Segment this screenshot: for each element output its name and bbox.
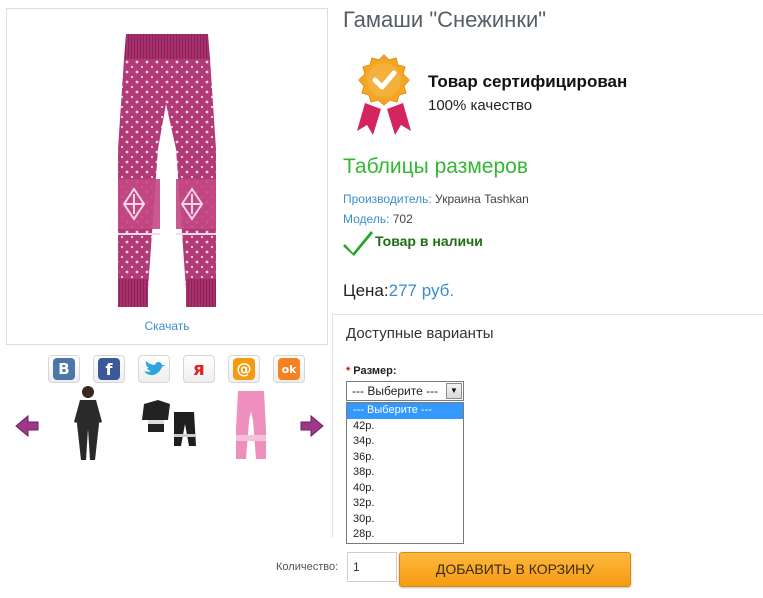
model-label: Модель: (343, 212, 390, 226)
size-option[interactable]: 42р. (347, 419, 463, 435)
share-odnoklassniki-button[interactable]: ok (273, 355, 305, 383)
thumbnail-1[interactable] (66, 384, 110, 462)
thumbnail-3[interactable] (234, 389, 268, 461)
thumbnail-prev-arrow-icon[interactable] (14, 414, 40, 438)
size-table-link[interactable]: Таблицы размеров (343, 155, 528, 179)
variants-title: Доступные варианты (346, 325, 494, 342)
mailru-icon: @ (233, 358, 255, 380)
share-facebook-button[interactable]: f (93, 355, 125, 383)
yaru-icon: я (193, 358, 205, 380)
size-label-text: Размер: (353, 365, 397, 377)
facebook-icon: f (98, 358, 120, 380)
vk-icon: В (53, 358, 75, 380)
checkmark-icon (343, 231, 373, 256)
share-twitter-button[interactable] (138, 355, 170, 383)
chevron-down-icon[interactable]: ▼ (446, 383, 462, 399)
stock-status-text: Товар в наличи (375, 233, 483, 249)
size-select-value: --- Выберите --- (352, 384, 439, 398)
size-option[interactable]: 40р. (347, 481, 463, 497)
required-mark: * (346, 365, 351, 377)
quantity-input[interactable]: 1 (347, 552, 397, 582)
download-link[interactable]: Скачать (7, 319, 327, 333)
thumbnail-2[interactable] (140, 398, 198, 448)
size-option[interactable]: 36р. (347, 450, 463, 466)
certified-title: Товар сертифицирован (428, 72, 628, 91)
size-option[interactable]: 34р. (347, 434, 463, 450)
share-mailru-button[interactable]: @ (228, 355, 260, 383)
model-row: Модель: 702 (343, 212, 413, 226)
add-to-cart-button[interactable]: ДОБАВИТЬ В КОРЗИНУ (399, 552, 631, 587)
share-yaru-button[interactable]: я (183, 355, 215, 383)
certified-badge-icon (357, 54, 411, 135)
product-image-leggings[interactable] (104, 29, 229, 314)
size-select[interactable]: --- Выберите --- ▼ (346, 381, 464, 401)
share-vk-button[interactable]: В (48, 355, 80, 383)
size-field-label: * Размер: (346, 365, 397, 377)
product-title: Гамаши "Снежинки" (343, 7, 547, 32)
thumbnail-next-arrow-icon[interactable] (299, 414, 325, 438)
manufacturer-row: Производитель: Украина Tashkan (343, 192, 529, 206)
quantity-label: Количество: (276, 561, 339, 573)
size-dropdown-list: --- Выберите --- 42р. 34р. 36р. 38р. 40р… (346, 402, 464, 544)
size-option[interactable]: --- Выберите --- (347, 403, 463, 419)
manufacturer-value: Украина Tashkan (435, 192, 529, 206)
twitter-icon (144, 361, 165, 376)
size-option[interactable]: 30р. (347, 512, 463, 528)
size-option[interactable]: 38р. (347, 465, 463, 481)
price-value: 277 руб. (388, 281, 455, 300)
size-option[interactable]: 32р. (347, 496, 463, 512)
model-value: 702 (392, 212, 413, 226)
size-option[interactable]: 28р. (347, 527, 463, 543)
manufacturer-label: Производитель: (343, 192, 432, 206)
odnoklassniki-icon: ok (278, 358, 300, 380)
stock-status: Товар в наличи (343, 229, 483, 257)
main-product-image-frame: Скачать (6, 8, 328, 345)
social-share-bar: В f я @ ok (48, 355, 305, 383)
certified-subtitle: 100% качество (428, 97, 533, 114)
price-label: Цена: (343, 281, 389, 300)
price-row: Цена:277 руб. (343, 281, 454, 301)
